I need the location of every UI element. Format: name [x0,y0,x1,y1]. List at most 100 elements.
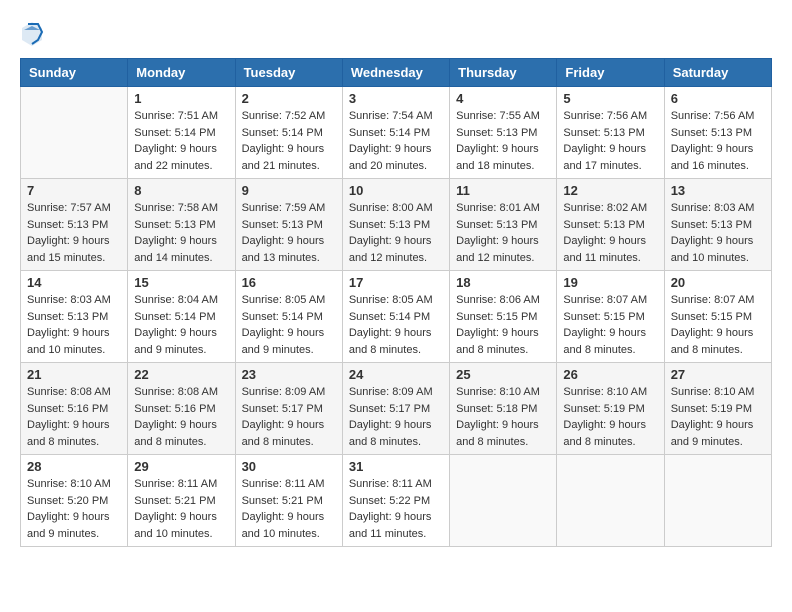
day-info: Sunrise: 8:03 AM Sunset: 5:13 PM Dayligh… [671,200,765,266]
day-info: Sunrise: 8:07 AM Sunset: 5:15 PM Dayligh… [671,292,765,358]
weekday-header: Wednesday [342,59,449,87]
calendar-cell [450,455,557,547]
calendar-cell: 27 Sunrise: 8:10 AM Sunset: 5:19 PM Dayli… [664,363,771,455]
calendar-cell: 10 Sunrise: 8:00 AM Sunset: 5:13 PM Dayli… [342,179,449,271]
calendar: SundayMondayTuesdayWednesdayThursdayFrid… [20,58,772,547]
calendar-cell: 31 Sunrise: 8:11 AM Sunset: 5:22 PM Dayli… [342,455,449,547]
calendar-week-row: 7Sunrise: 7:57 AM Sunset: 5:13 PM Daylig… [21,179,772,271]
day-number: 15 [134,275,228,290]
weekday-header: Monday [128,59,235,87]
day-info: Sunrise: 8:09 AM Sunset: 5:17 PM Dayligh… [349,384,443,450]
calendar-week-row: 21 Sunrise: 8:08 AM Sunset: 5:16 PM Dayli… [21,363,772,455]
day-number: 10 [349,183,443,198]
day-info: Sunrise: 8:01 AM Sunset: 5:13 PM Dayligh… [456,200,550,266]
day-number: 2 [242,91,336,106]
day-info: Sunrise: 7:56 AM Sunset: 5:13 PM Dayligh… [671,108,765,174]
calendar-cell: 7Sunrise: 7:57 AM Sunset: 5:13 PM Daylig… [21,179,128,271]
calendar-cell: 12 Sunrise: 8:02 AM Sunset: 5:13 PM Dayli… [557,179,664,271]
day-info: Sunrise: 7:56 AM Sunset: 5:13 PM Dayligh… [563,108,657,174]
calendar-cell: 13 Sunrise: 8:03 AM Sunset: 5:13 PM Dayli… [664,179,771,271]
day-number: 9 [242,183,336,198]
calendar-cell [557,455,664,547]
day-number: 8 [134,183,228,198]
calendar-cell: 29 Sunrise: 8:11 AM Sunset: 5:21 PM Dayli… [128,455,235,547]
weekday-header: Friday [557,59,664,87]
day-number: 27 [671,367,765,382]
calendar-cell: 4 Sunrise: 7:55 AM Sunset: 5:13 PM Daylig… [450,87,557,179]
calendar-week-row: 14 Sunrise: 8:03 AM Sunset: 5:13 PM Dayli… [21,271,772,363]
weekday-header: Saturday [664,59,771,87]
calendar-cell: 9 Sunrise: 7:59 AM Sunset: 5:13 PM Daylig… [235,179,342,271]
day-number: 3 [349,91,443,106]
day-info: Sunrise: 7:55 AM Sunset: 5:13 PM Dayligh… [456,108,550,174]
day-info: Sunrise: 8:10 AM Sunset: 5:19 PM Dayligh… [563,384,657,450]
weekday-row: SundayMondayTuesdayWednesdayThursdayFrid… [21,59,772,87]
calendar-cell: 1 Sunrise: 7:51 AM Sunset: 5:14 PM Daylig… [128,87,235,179]
day-number: 6 [671,91,765,106]
calendar-cell [21,87,128,179]
calendar-week-row: 1 Sunrise: 7:51 AM Sunset: 5:14 PM Daylig… [21,87,772,179]
day-info: Sunrise: 7:57 AM Sunset: 5:13 PM Dayligh… [27,200,121,266]
calendar-cell: 2 Sunrise: 7:52 AM Sunset: 5:14 PM Daylig… [235,87,342,179]
calendar-cell: 21 Sunrise: 8:08 AM Sunset: 5:16 PM Dayli… [21,363,128,455]
calendar-week-row: 28 Sunrise: 8:10 AM Sunset: 5:20 PM Dayli… [21,455,772,547]
calendar-header: SundayMondayTuesdayWednesdayThursdayFrid… [21,59,772,87]
logo[interactable] [20,20,48,48]
day-number: 31 [349,459,443,474]
day-info: Sunrise: 7:59 AM Sunset: 5:13 PM Dayligh… [242,200,336,266]
day-info: Sunrise: 8:11 AM Sunset: 5:21 PM Dayligh… [242,476,336,542]
day-number: 12 [563,183,657,198]
day-info: Sunrise: 8:02 AM Sunset: 5:13 PM Dayligh… [563,200,657,266]
day-number: 23 [242,367,336,382]
calendar-cell: 15 Sunrise: 8:04 AM Sunset: 5:14 PM Dayli… [128,271,235,363]
calendar-cell: 8 Sunrise: 7:58 AM Sunset: 5:13 PM Daylig… [128,179,235,271]
day-number: 13 [671,183,765,198]
calendar-cell: 23 Sunrise: 8:09 AM Sunset: 5:17 PM Dayli… [235,363,342,455]
day-info: Sunrise: 8:00 AM Sunset: 5:13 PM Dayligh… [349,200,443,266]
day-number: 16 [242,275,336,290]
weekday-header: Sunday [21,59,128,87]
day-info: Sunrise: 8:03 AM Sunset: 5:13 PM Dayligh… [27,292,121,358]
calendar-cell: 20Sunrise: 8:07 AM Sunset: 5:15 PM Dayli… [664,271,771,363]
day-number: 28 [27,459,121,474]
day-info: Sunrise: 8:04 AM Sunset: 5:14 PM Dayligh… [134,292,228,358]
day-info: Sunrise: 8:10 AM Sunset: 5:20 PM Dayligh… [27,476,121,542]
day-info: Sunrise: 7:51 AM Sunset: 5:14 PM Dayligh… [134,108,228,174]
day-info: Sunrise: 8:10 AM Sunset: 5:19 PM Dayligh… [671,384,765,450]
calendar-cell: 22 Sunrise: 8:08 AM Sunset: 5:16 PM Dayli… [128,363,235,455]
day-number: 29 [134,459,228,474]
day-info: Sunrise: 8:11 AM Sunset: 5:22 PM Dayligh… [349,476,443,542]
weekday-header: Tuesday [235,59,342,87]
day-number: 22 [134,367,228,382]
day-info: Sunrise: 8:06 AM Sunset: 5:15 PM Dayligh… [456,292,550,358]
day-info: Sunrise: 8:07 AM Sunset: 5:15 PM Dayligh… [563,292,657,358]
day-info: Sunrise: 8:08 AM Sunset: 5:16 PM Dayligh… [27,384,121,450]
day-info: Sunrise: 8:11 AM Sunset: 5:21 PM Dayligh… [134,476,228,542]
day-number: 11 [456,183,550,198]
calendar-cell: 30 Sunrise: 8:11 AM Sunset: 5:21 PM Dayli… [235,455,342,547]
calendar-body: 1 Sunrise: 7:51 AM Sunset: 5:14 PM Daylig… [21,87,772,547]
day-info: Sunrise: 8:05 AM Sunset: 5:14 PM Dayligh… [349,292,443,358]
day-info: Sunrise: 8:09 AM Sunset: 5:17 PM Dayligh… [242,384,336,450]
calendar-cell: 18Sunrise: 8:06 AM Sunset: 5:15 PM Dayli… [450,271,557,363]
day-info: Sunrise: 7:58 AM Sunset: 5:13 PM Dayligh… [134,200,228,266]
logo-icon [20,20,44,48]
day-info: Sunrise: 8:08 AM Sunset: 5:16 PM Dayligh… [134,384,228,450]
day-number: 25 [456,367,550,382]
day-info: Sunrise: 8:05 AM Sunset: 5:14 PM Dayligh… [242,292,336,358]
day-info: Sunrise: 8:10 AM Sunset: 5:18 PM Dayligh… [456,384,550,450]
day-number: 1 [134,91,228,106]
calendar-cell: 16 Sunrise: 8:05 AM Sunset: 5:14 PM Dayli… [235,271,342,363]
calendar-cell: 19Sunrise: 8:07 AM Sunset: 5:15 PM Dayli… [557,271,664,363]
day-number: 14 [27,275,121,290]
day-number: 5 [563,91,657,106]
calendar-cell: 26Sunrise: 8:10 AM Sunset: 5:19 PM Dayli… [557,363,664,455]
day-number: 30 [242,459,336,474]
calendar-cell: 25 Sunrise: 8:10 AM Sunset: 5:18 PM Dayli… [450,363,557,455]
calendar-cell: 14 Sunrise: 8:03 AM Sunset: 5:13 PM Dayli… [21,271,128,363]
day-number: 4 [456,91,550,106]
calendar-cell: 28 Sunrise: 8:10 AM Sunset: 5:20 PM Dayli… [21,455,128,547]
day-info: Sunrise: 7:52 AM Sunset: 5:14 PM Dayligh… [242,108,336,174]
day-number: 21 [27,367,121,382]
calendar-cell [664,455,771,547]
